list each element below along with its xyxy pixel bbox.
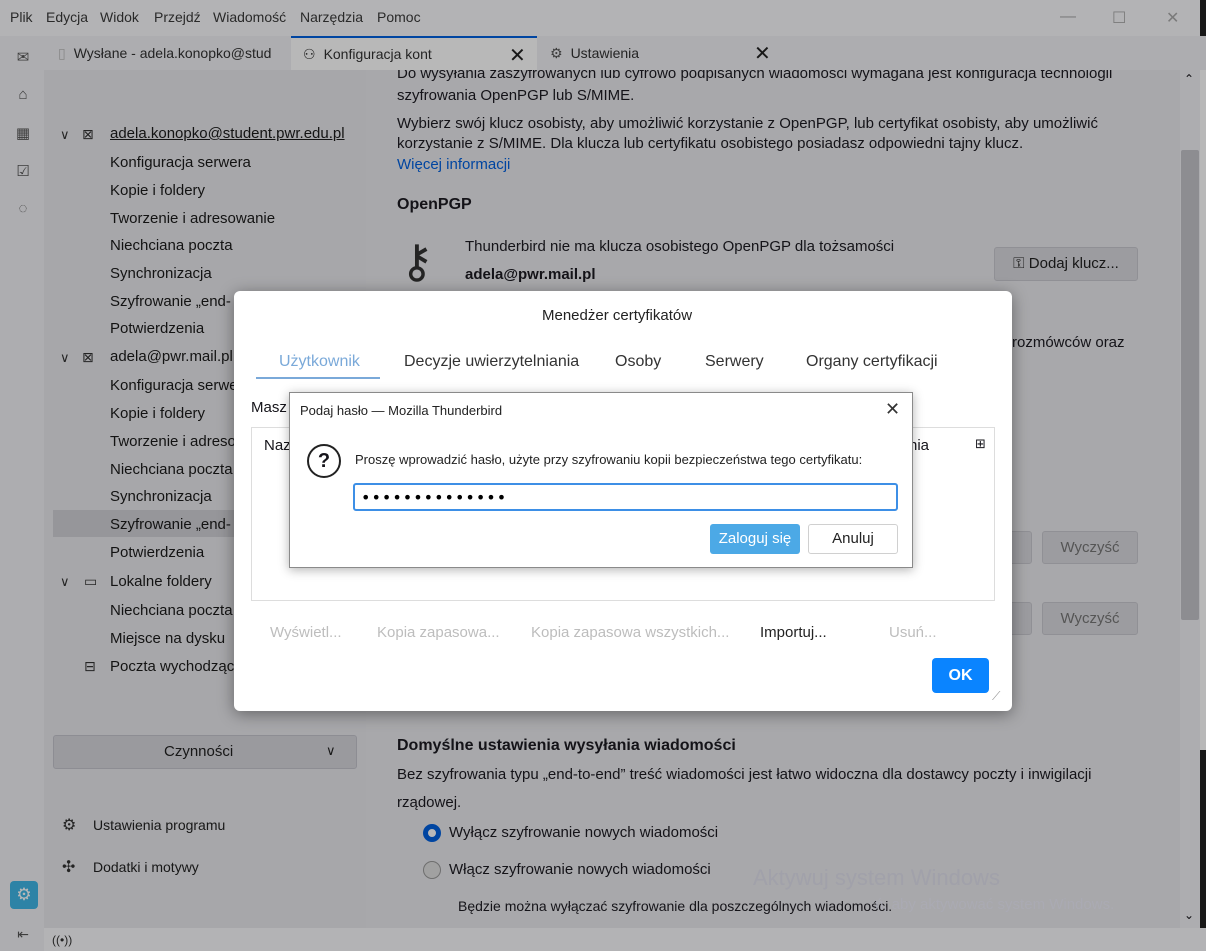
- ok-button[interactable]: OK: [932, 658, 989, 693]
- login-button[interactable]: Zaloguj się: [710, 524, 800, 554]
- tab-servers[interactable]: Serwery: [705, 353, 764, 371]
- tab-user[interactable]: Użytkownik: [279, 353, 360, 371]
- column-name-header[interactable]: Naz: [264, 437, 291, 454]
- import-button[interactable]: Importuj...: [760, 624, 827, 641]
- dialog-title: Menedżer certyfikatów: [542, 307, 693, 324]
- backup-button[interactable]: Kopia zapasowa...: [377, 624, 500, 641]
- password-prompt: Proszę wprowadzić hasło, użyte przy szyf…: [355, 452, 863, 467]
- view-button[interactable]: Wyświetl...: [270, 624, 342, 641]
- tab-authorities[interactable]: Organy certyfikacji: [806, 353, 938, 371]
- question-icon: ?: [307, 444, 341, 478]
- active-tab-indicator: [256, 377, 380, 379]
- windows-activation-watermark: ń, aby aktywować system Windows.: [875, 896, 1115, 913]
- cancel-button[interactable]: Anuluj: [808, 524, 898, 554]
- password-input[interactable]: [353, 483, 898, 511]
- delete-button[interactable]: Usuń...: [889, 624, 937, 641]
- password-dialog-title: Podaj hasło — Mozilla Thunderbird: [300, 403, 503, 418]
- windows-activation-watermark: Aktywuj system Windows: [753, 865, 1000, 890]
- tab-auth-decisions[interactable]: Decyzje uwierzytelniania: [404, 353, 579, 371]
- resize-grip-icon[interactable]: ⟋: [992, 689, 1000, 704]
- column-picker-icon[interactable]: ⊞: [975, 436, 986, 452]
- password-dialog: Podaj hasło — Mozilla Thunderbird ✕ ? Pr…: [289, 392, 913, 568]
- certificates-label: Masz: [251, 399, 287, 416]
- backup-all-button[interactable]: Kopia zapasowa wszystkich...: [531, 624, 729, 641]
- close-icon[interactable]: ✕: [885, 399, 900, 420]
- tab-people[interactable]: Osoby: [615, 353, 661, 371]
